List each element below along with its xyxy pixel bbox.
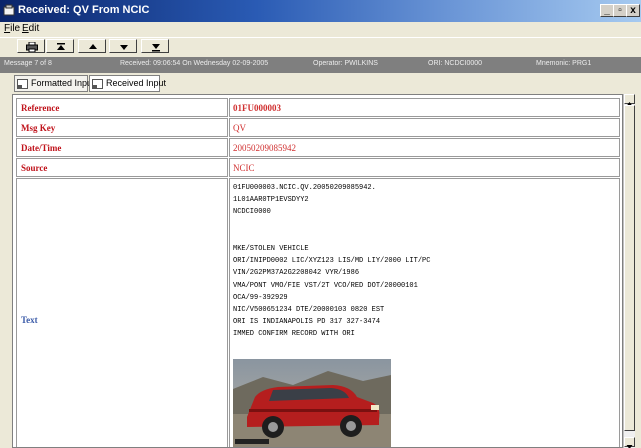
- message-text-line: 01FU000003.NCIC.QV.20050209085942.: [233, 184, 376, 192]
- application-window: Received: QV From NCIC _ ▫ x File Edit M…: [0, 0, 641, 448]
- field-value-cell: QV: [229, 118, 620, 137]
- ori-label: ORI: NCDCI0000: [428, 60, 483, 67]
- field-value-cell: 01FU000003.NCIC.QV.20050209085942. 1L01AA…: [229, 178, 620, 447]
- field-label-cell: Text: [16, 178, 228, 447]
- print-button[interactable]: [17, 39, 45, 53]
- message-text-line: MKE/STOLEN VEHICLE: [233, 244, 309, 253]
- message-text-line: VMA/PONT VMO/FIE VST/2T VCO/RED DOT/2000…: [233, 281, 418, 290]
- tab-label: Received Input: [106, 78, 167, 88]
- field-label-cell: Source: [16, 158, 228, 177]
- document-icon: [17, 79, 28, 89]
- field-row-text: Text 01FU000003.NCIC.QV.20050209085942. 1…: [16, 178, 620, 447]
- first-icon: [57, 43, 65, 50]
- scroll-up-arrow[interactable]: [624, 94, 635, 106]
- print-icon: [26, 42, 38, 52]
- message-text-line: NCDCI0000: [233, 208, 271, 217]
- next-icon: [120, 45, 128, 50]
- field-row-date-time: Date/Time 20050209085942: [16, 138, 620, 157]
- message-text-line: ORI IS INDIANAPOLIS PD 317 327-3474: [233, 318, 381, 327]
- previous-message-button[interactable]: [78, 39, 106, 53]
- last-message-button[interactable]: [141, 39, 169, 53]
- message-text-line: ORI/INIPD0002 LIC/XYZ123 LIS/MD LIY/2000…: [233, 257, 431, 266]
- text-label: Text: [21, 315, 38, 325]
- close-button[interactable]: x: [626, 4, 640, 17]
- last-icon: [152, 44, 160, 52]
- next-message-button[interactable]: [109, 39, 137, 53]
- maximize-button[interactable]: ▫: [613, 4, 627, 17]
- message-text-line: NIC/V500651234 DTE/20000103 0820 EST: [233, 305, 385, 314]
- scroll-down-arrow[interactable]: [624, 437, 635, 448]
- menu-bar: File Edit: [0, 22, 641, 36]
- field-value-cell: 20050209085942: [229, 138, 620, 157]
- message-counter: Message 7 of 8: [4, 60, 52, 67]
- message-text-line: IMMED CONFIRM RECORD WITH ORI: [233, 330, 355, 339]
- field-row-source: Source NCIC: [16, 158, 620, 177]
- down-arrow-icon: [626, 445, 633, 448]
- message-text-line: [233, 231, 430, 243]
- reference-value: 01FU000003: [233, 103, 281, 113]
- reference-label: Reference: [21, 103, 60, 113]
- toolbar: [0, 37, 641, 55]
- msg-key-label: Msg Key: [21, 123, 56, 133]
- document-icon: [92, 79, 103, 89]
- source-label: Source: [21, 163, 48, 173]
- app-icon: [3, 4, 15, 16]
- tab-received-input[interactable]: Received Input: [89, 75, 166, 92]
- received-timestamp: Received: 09:06:54 On Wednesday 02-09-20…: [120, 60, 269, 67]
- vertical-scrollbar[interactable]: [623, 94, 635, 448]
- vehicle-photo: [233, 359, 391, 447]
- record-panel: Reference 01FU000003 Msg Key QV Date/Tim…: [12, 94, 623, 448]
- message-text-line: VIN/2G2PM37A2G2208042 VYR/1986: [233, 269, 360, 278]
- message-status-bar: Message 7 of 8 Received: 09:06:54 On Wed…: [0, 57, 641, 73]
- field-row-reference: Reference 01FU000003: [16, 98, 620, 117]
- message-text-body: 01FU000003.NCIC.QV.20050209085942. 1L01AA…: [233, 182, 430, 340]
- minimize-button[interactable]: _: [600, 4, 614, 17]
- field-label-cell: Reference: [16, 98, 228, 117]
- field-value-cell: 01FU000003: [229, 98, 620, 117]
- message-text-line: OCA/99-392929: [233, 293, 288, 302]
- date-time-value: 20050209085942: [233, 143, 296, 153]
- view-tabs: Formatted Input Received Input: [0, 73, 641, 93]
- previous-icon: [89, 44, 97, 49]
- message-text-line: [233, 219, 430, 231]
- first-message-button[interactable]: [46, 39, 74, 53]
- scroll-thumb[interactable]: [624, 105, 635, 431]
- msg-key-value: QV: [233, 123, 246, 133]
- message-text-line: 1L01AAR0TP1EVSDYY2: [233, 196, 309, 205]
- tab-formatted-input[interactable]: Formatted Input: [14, 75, 95, 92]
- title-bar[interactable]: Received: QV From NCIC _ ▫ x: [0, 0, 641, 22]
- operator-label: Operator: PWILKINS: [313, 60, 378, 67]
- menu-edit[interactable]: Edit: [22, 23, 39, 34]
- field-label-cell: Msg Key: [16, 118, 228, 137]
- source-value: NCIC: [233, 163, 255, 173]
- tab-label: Formatted Input: [31, 78, 95, 88]
- field-label-cell: Date/Time: [16, 138, 228, 157]
- mnemonic-label: Mnemonic: PRG1: [536, 60, 592, 67]
- field-row-msg-key: Msg Key QV: [16, 118, 620, 137]
- date-time-label: Date/Time: [21, 143, 62, 153]
- window-title: Received: QV From NCIC: [18, 4, 150, 16]
- field-value-cell: NCIC: [229, 158, 620, 177]
- menu-file[interactable]: File: [4, 23, 20, 34]
